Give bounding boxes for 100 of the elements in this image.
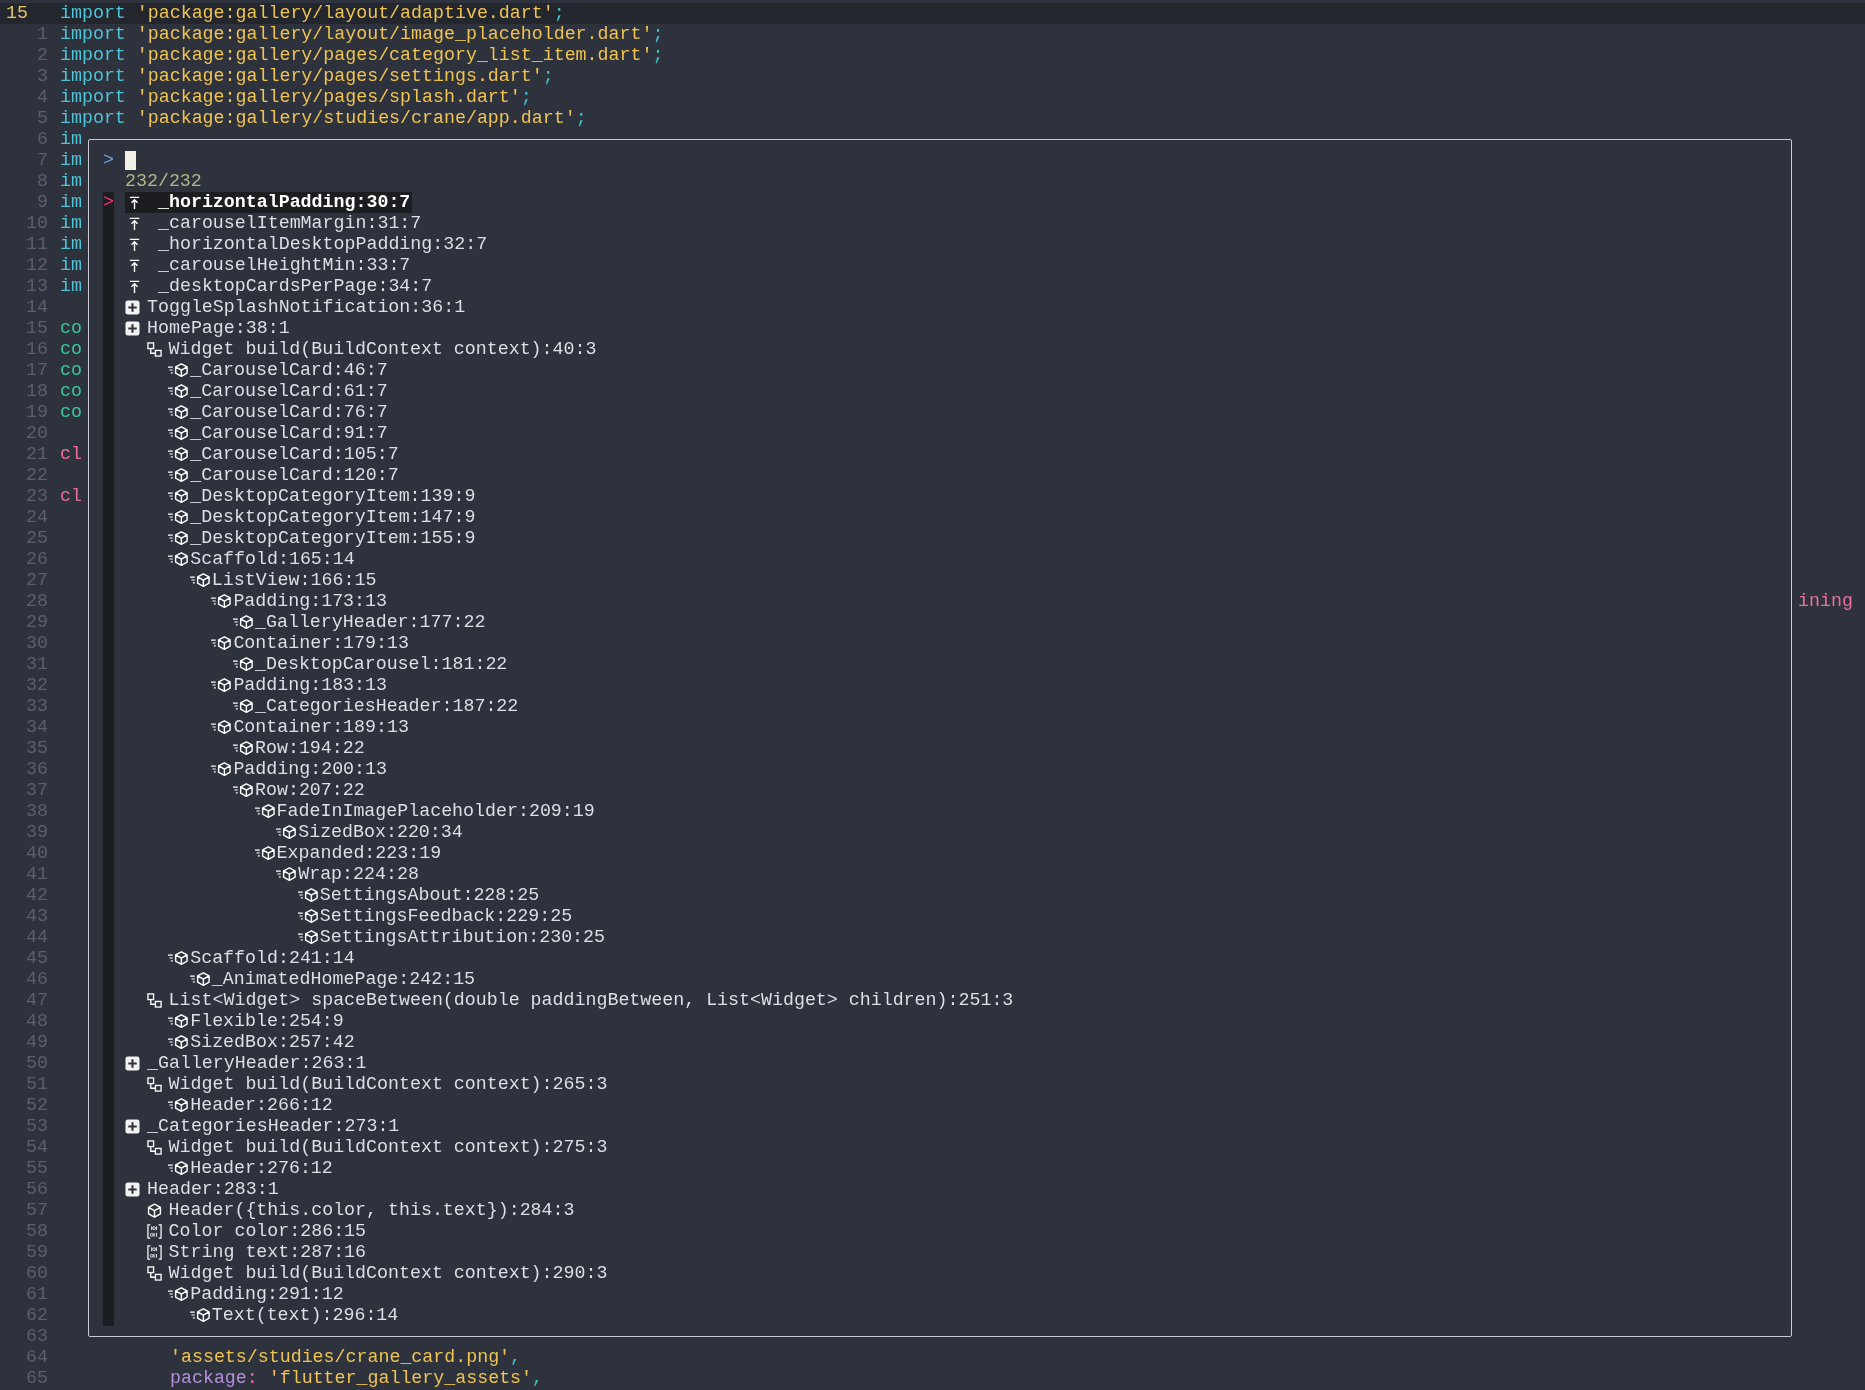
symbol-item[interactable]: Widget build(BuildContext context):275:3 (146, 1136, 608, 1158)
code-text: cl (60, 485, 82, 507)
symbol-item[interactable]: Header:276:12 (168, 1157, 333, 1179)
cube-lines-icon (233, 614, 254, 630)
symbol-item[interactable]: _CategoriesHeader:187:22 (233, 695, 519, 717)
code-text: co (60, 359, 82, 381)
symbol-item[interactable]: SizedBox:220:34 (276, 821, 463, 843)
plus-square-icon (125, 1118, 140, 1134)
symbol-item[interactable]: Expanded:223:19 (254, 842, 442, 864)
symbol-item[interactable]: _desktopCardsPerPage:34:7 (125, 275, 433, 297)
symbol-item[interactable]: Scaffold:165:14 (168, 548, 355, 570)
code-text: package: 'flutter_gallery_assets', (170, 1367, 544, 1389)
code-text: im (60, 128, 82, 150)
symbol-item[interactable]: Padding:291:12 (168, 1283, 344, 1305)
binary-bracket-icon (146, 1244, 162, 1260)
code-text: import 'package:gallery/studies/crane/app.dart'; (60, 107, 587, 129)
symbol-item[interactable]: ToggleSplashNotification:36:1 (125, 296, 466, 318)
match-count: 232/232 (125, 170, 202, 192)
cube-lines-icon (211, 635, 233, 651)
symbol-item[interactable]: _DesktopCategoryItem:139:9 (168, 485, 476, 507)
symbol-item[interactable]: Wrap:224:28 (276, 863, 419, 885)
cube-lines-icon (276, 866, 298, 882)
cube-lines-icon (211, 593, 233, 609)
cube-lines-icon (168, 1286, 190, 1302)
symbol-item[interactable]: Color color:286:15 (146, 1220, 367, 1242)
linked-squares-icon (146, 992, 162, 1008)
cube-lines-icon (168, 530, 190, 546)
code-text: co (60, 338, 82, 360)
code-text: import 'package:gallery/pages/settings.dart'; (60, 65, 554, 87)
cube-lines-icon (189, 971, 211, 987)
binary-bracket-icon (146, 1223, 162, 1239)
arrow-up-bar-icon (127, 257, 142, 273)
code-text: im (60, 275, 82, 297)
symbol-item[interactable]: Header:266:12 (168, 1094, 333, 1116)
symbol-item[interactable]: SettingsAbout:228:25 (297, 884, 540, 906)
symbol-item[interactable]: _DesktopCategoryItem:147:9 (168, 506, 476, 528)
cube-lines-icon (254, 803, 276, 819)
cube-lines-icon (168, 950, 190, 966)
symbol-item[interactable]: _AnimatedHomePage:242:15 (189, 968, 476, 990)
symbol-item[interactable]: Container:179:13 (211, 632, 409, 654)
cube-lines-icon (168, 509, 190, 525)
arrow-up-bar-icon (127, 236, 142, 252)
cube-lines-icon (189, 572, 211, 588)
symbol-item[interactable]: List<Widget> spaceBetween(double paddingBetween, List<Widget> children):251:3 (146, 989, 1014, 1011)
symbol-item[interactable]: Row:194:22 (233, 737, 365, 759)
symbol-item[interactable]: _CarouselCard:46:7 (168, 359, 388, 381)
code-text: import 'package:gallery/layout/image_placeholder.dart'; (60, 23, 664, 45)
symbol-item[interactable]: Padding:173:13 (211, 590, 387, 612)
symbol-item[interactable]: _CarouselCard:105:7 (168, 443, 399, 465)
code-text: im (60, 233, 82, 255)
symbol-item[interactable]: _CarouselCard:120:7 (168, 464, 399, 486)
symbol-item[interactable]: Widget build(BuildContext context):290:3 (146, 1262, 608, 1284)
cube-lines-icon (276, 824, 298, 840)
cube-lines-icon (168, 446, 190, 462)
symbol-item[interactable]: _GalleryHeader:263:1 (125, 1052, 367, 1074)
symbol-item[interactable]: SettingsFeedback:229:25 (297, 905, 573, 927)
symbol-item[interactable]: Padding:200:13 (211, 758, 387, 780)
symbol-item[interactable]: Widget build(BuildContext context):40:3 (146, 338, 597, 360)
symbol-item[interactable]: _GalleryHeader:177:22 (233, 611, 486, 633)
cube-lines-icon (211, 719, 233, 735)
symbol-item[interactable]: _DesktopCategoryItem:155:9 (168, 527, 476, 549)
symbol-item[interactable]: Row:207:22 (233, 779, 365, 801)
symbol-item[interactable]: _carouselHeightMin:33:7 (125, 254, 411, 276)
symbol-item[interactable]: Flexible:254:9 (168, 1010, 344, 1032)
cube-lines-icon (168, 1097, 190, 1113)
code-text: co (60, 380, 82, 402)
symbol-item[interactable]: FadeInImagePlaceholder:209:19 (254, 800, 595, 822)
symbol-item[interactable]: Text(text):296:14 (189, 1304, 399, 1326)
code-text: 'assets/studies/crane_card.png', (170, 1346, 522, 1368)
symbol-item[interactable]: Header({this.color, this.text}):284:3 (146, 1199, 575, 1221)
plus-square-icon (125, 299, 140, 315)
symbol-item[interactable]: SettingsAttribution:230:25 (297, 926, 606, 948)
symbol-item[interactable]: _horizontalDesktopPadding:32:7 (125, 233, 488, 255)
symbol-item[interactable]: _CarouselCard:91:7 (168, 422, 388, 444)
symbol-item[interactable]: _carouselItemMargin:31:7 (125, 212, 422, 234)
code-text: import 'package:gallery/pages/splash.dart'; (60, 86, 532, 108)
code-text: co (60, 317, 82, 339)
symbol-item[interactable]: _CarouselCard:61:7 (168, 380, 388, 402)
symbol-item[interactable]: _DesktopCarousel:181:22 (233, 653, 508, 675)
plus-square-icon (125, 1181, 140, 1197)
symbol-item[interactable]: Widget build(BuildContext context):265:3 (146, 1073, 608, 1095)
symbol-item[interactable]: _CategoriesHeader:273:1 (125, 1115, 400, 1137)
symbol-item[interactable]: HomePage:38:1 (125, 317, 290, 339)
symbol-item[interactable]: Container:189:13 (211, 716, 409, 738)
cube-lines-icon (168, 404, 190, 420)
symbol-item[interactable]: SizedBox:257:42 (168, 1031, 355, 1053)
symbol-item[interactable]: Padding:183:13 (211, 674, 387, 696)
prompt-symbol: > (103, 149, 115, 171)
symbol-item[interactable]: String text:287:16 (146, 1241, 367, 1263)
symbol-item[interactable]: Scaffold:241:14 (168, 947, 355, 969)
symbol-item[interactable]: _CarouselCard:76:7 (168, 401, 388, 423)
symbol-item[interactable]: ListView:166:15 (189, 569, 377, 591)
code-text: import 'package:gallery/pages/category_list_item.dart'; (60, 44, 664, 66)
cube-lines-icon (233, 656, 254, 672)
symbol-item[interactable]: Header:283:1 (125, 1178, 279, 1200)
code-text: co (60, 401, 82, 423)
cube-lines-icon (233, 740, 254, 756)
plus-square-icon (125, 320, 140, 336)
symbol-item[interactable]: _horizontalPadding:30:7 (125, 191, 413, 213)
cube-lines-icon (297, 929, 319, 945)
